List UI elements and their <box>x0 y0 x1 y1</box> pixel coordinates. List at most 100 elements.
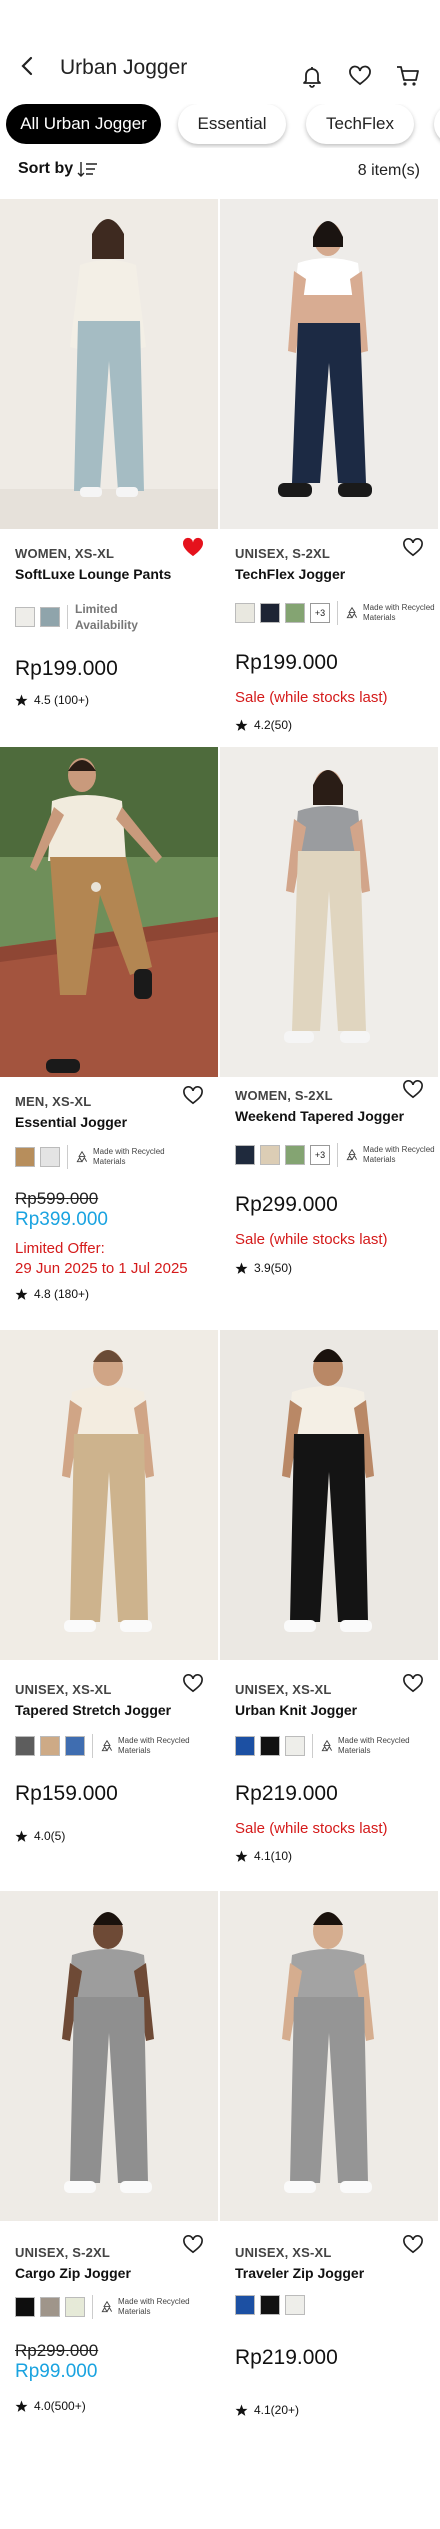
color-swatch[interactable] <box>235 1145 255 1165</box>
heart-outline-icon[interactable] <box>182 2234 204 2254</box>
product-image[interactable] <box>0 747 218 1077</box>
chevron-left-icon[interactable] <box>18 54 38 78</box>
item-count: 8 item(s) <box>357 162 420 179</box>
color-swatch[interactable] <box>15 2297 35 2317</box>
color-swatch[interactable] <box>40 2297 60 2317</box>
more-colors[interactable]: +3 <box>310 603 330 623</box>
color-swatch[interactable] <box>260 1145 280 1165</box>
product-price: Rp159.000 <box>15 1782 118 1805</box>
sale-label: Sale (while stocks last) <box>235 1820 388 1837</box>
heart-outline-icon[interactable] <box>402 2234 424 2254</box>
divider <box>67 605 68 629</box>
product-card[interactable]: UNISEX, XS-XL Tapered Stretch Jogger Mad… <box>0 1330 220 1890</box>
color-swatch[interactable] <box>260 603 280 623</box>
discount-price: Rp399.000 <box>15 1209 108 1230</box>
recycle-icon <box>346 606 358 619</box>
color-swatch[interactable] <box>15 1736 35 1756</box>
star-icon <box>15 1830 28 1842</box>
product-name: Weekend Tapered Jogger <box>235 1108 405 1124</box>
product-card[interactable]: MEN, XS-XL Essential Jogger Made with Re… <box>0 747 220 1307</box>
product-image[interactable] <box>0 1891 218 2221</box>
color-swatch[interactable] <box>235 603 255 623</box>
chip-next[interactable] <box>434 104 440 144</box>
heart-outline-icon[interactable] <box>402 1673 424 1693</box>
color-swatch[interactable] <box>285 1736 305 1756</box>
color-swatch[interactable] <box>285 2295 305 2315</box>
original-price: Rp299.000 <box>15 2341 99 2360</box>
product-card[interactable]: WOMEN, S-2XL Weekend Tapered Jogger +3 M… <box>220 747 440 1307</box>
product-rating: 4.8 (180+) <box>15 1287 89 1301</box>
star-icon <box>235 2404 248 2416</box>
color-swatch[interactable] <box>235 2295 255 2315</box>
color-swatch[interactable] <box>235 1736 255 1756</box>
color-swatch[interactable] <box>285 603 305 623</box>
rating-value: 3.9(50) <box>254 1261 293 1275</box>
product-meta: WOMEN, XS-XL <box>15 546 115 561</box>
discount-price: Rp99.000 <box>15 2361 98 2382</box>
color-swatch[interactable] <box>15 1147 35 1167</box>
product-meta: MEN, XS-XL <box>15 1094 92 1109</box>
cart-icon[interactable] <box>396 64 420 88</box>
recycled-label: Made with Recycled Materials <box>338 1736 410 1755</box>
star-icon <box>15 1288 28 1300</box>
divider <box>337 1143 338 1167</box>
product-card[interactable]: UNISEX, XS-XL Traveler Zip Jogger Rp219.… <box>220 1891 440 2451</box>
recycled-label: Made with Recycled Materials <box>363 1145 435 1164</box>
heart-filled-icon[interactable] <box>182 537 204 557</box>
bell-icon[interactable] <box>300 64 324 88</box>
product-rating: 3.9(50) <box>235 1261 292 1275</box>
product-name: Urban Knit Jogger <box>235 1702 358 1718</box>
product-card[interactable]: UNISEX, S-2XL Cargo Zip Jogger Made with… <box>0 1891 220 2451</box>
more-colors[interactable]: +3 <box>310 1145 330 1165</box>
availability-label: Limited Availability <box>75 602 138 632</box>
color-swatch[interactable] <box>40 607 60 627</box>
wishlist-heart-icon[interactable] <box>348 64 372 88</box>
heart-outline-icon[interactable] <box>402 537 424 557</box>
recycled-label: Made with Recycled Materials <box>118 1736 190 1755</box>
sort-button[interactable]: Sort by <box>18 160 99 178</box>
chip-techflex[interactable]: TechFlex <box>306 104 414 144</box>
color-swatch[interactable] <box>65 1736 85 1756</box>
heart-outline-icon[interactable] <box>182 1673 204 1693</box>
product-name: Traveler Zip Jogger <box>235 2265 365 2281</box>
heart-outline-icon[interactable] <box>402 1079 424 1099</box>
recycled-badge: Made with Recycled Materials <box>320 1736 418 1756</box>
star-icon <box>235 1262 248 1274</box>
rating-value: 4.8 (180+) <box>34 1287 90 1301</box>
chip-essential[interactable]: Essential <box>178 104 286 144</box>
color-swatch[interactable] <box>65 2297 85 2317</box>
recycled-badge: Made with Recycled Materials <box>75 1147 173 1167</box>
rating-value: 4.0(500+) <box>34 2399 86 2413</box>
product-image[interactable] <box>220 1891 438 2221</box>
color-swatch[interactable] <box>260 2295 280 2315</box>
product-image[interactable] <box>220 199 438 529</box>
product-image[interactable] <box>220 1330 438 1660</box>
color-swatches: Made with Recycled Materials <box>15 1734 198 1758</box>
color-swatches <box>235 2295 305 2315</box>
color-swatch[interactable] <box>40 1147 60 1167</box>
color-swatch[interactable] <box>285 1145 305 1165</box>
sort-row: Sort by 8 item(s) <box>0 156 440 188</box>
product-name: SoftLuxe Lounge Pants <box>15 566 172 582</box>
rating-value: 4.2(50) <box>254 718 293 732</box>
product-card[interactable]: WOMEN, XS-XL SoftLuxe Lounge Pants Limit… <box>0 199 220 739</box>
original-price: Rp599.000 <box>15 1189 99 1208</box>
color-swatch[interactable] <box>15 607 35 627</box>
product-image[interactable] <box>0 1330 218 1660</box>
product-name: Tapered Stretch Jogger <box>15 1702 172 1718</box>
color-swatch[interactable] <box>40 1736 60 1756</box>
product-rating: 4.1(10) <box>235 1849 292 1863</box>
divider <box>312 1734 313 1758</box>
product-image[interactable] <box>0 199 218 529</box>
product-card[interactable]: UNISEX, XS-XL Urban Knit Jogger Made wit… <box>220 1330 440 1890</box>
color-swatch[interactable] <box>260 1736 280 1756</box>
offer-title: Limited Offer: <box>15 1240 105 1257</box>
divider <box>337 601 338 625</box>
product-image[interactable] <box>220 747 438 1077</box>
product-rating: 4.5 (100+) <box>15 693 89 707</box>
product-meta: UNISEX, XS-XL <box>235 2245 332 2260</box>
product-price: Rp219.000 <box>235 1782 338 1805</box>
product-card[interactable]: UNISEX, S-2XL TechFlex Jogger +3 Made wi… <box>220 199 440 739</box>
chip-all-urban-jogger[interactable]: All Urban Jogger <box>6 104 161 144</box>
heart-outline-icon[interactable] <box>182 1085 204 1105</box>
